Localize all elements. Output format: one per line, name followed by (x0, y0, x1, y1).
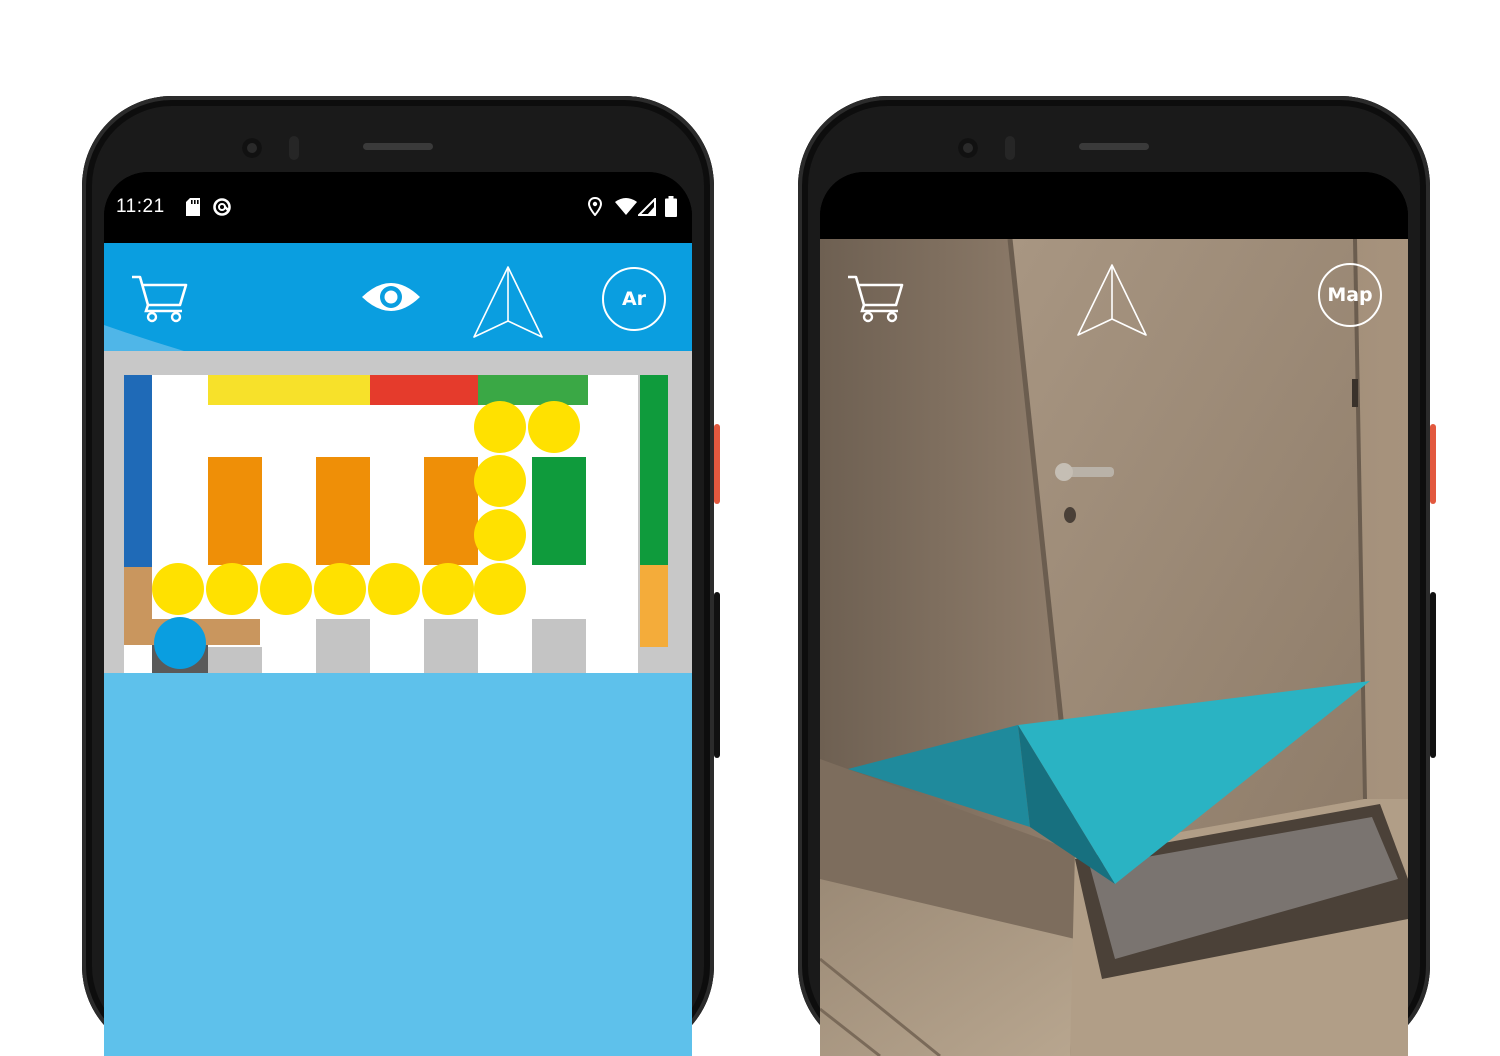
shelf-tan-left (124, 567, 152, 645)
status-bar: 11:21 (104, 172, 692, 243)
volume-button (1430, 592, 1436, 758)
cart-icon[interactable] (846, 273, 906, 323)
store-map[interactable] (104, 351, 692, 673)
route-dot (206, 563, 258, 615)
proximity-sensor (1005, 136, 1015, 160)
map-mode-button-label: Map (1327, 284, 1373, 306)
shelf-red (370, 375, 478, 405)
checkout-2 (316, 619, 370, 673)
battery-icon (665, 196, 677, 217)
ar-camera-view[interactable]: Map (820, 239, 1408, 1056)
sd-card-icon (186, 198, 200, 216)
earpiece-speaker (363, 143, 433, 150)
aisle-shelf-orange-1 (208, 457, 262, 565)
proximity-sensor (289, 136, 299, 160)
wifi-icon (615, 198, 637, 215)
aisle-shelf-orange-2 (316, 457, 370, 565)
route-dot (528, 401, 580, 453)
right-screen: Map (820, 172, 1408, 1056)
volume-button (714, 592, 720, 758)
route-dot (474, 563, 526, 615)
right-phone: Map (798, 96, 1436, 1056)
shelf-blue (124, 375, 152, 567)
checkout-4 (532, 619, 586, 673)
status-bar-area (820, 172, 1408, 239)
power-button (1430, 424, 1436, 504)
eye-icon[interactable] (360, 277, 422, 317)
signal-icon (638, 198, 656, 216)
aisle-shelf-orange-3 (424, 457, 478, 565)
status-time: 11:21 (116, 196, 165, 217)
aisle-shelf-green (532, 457, 586, 565)
app-bar: Ar (104, 243, 692, 351)
front-camera (958, 138, 978, 158)
route-dot (422, 563, 474, 615)
map-mode-button[interactable]: Map (1318, 263, 1382, 327)
ar-mode-button[interactable]: Ar (602, 267, 666, 331)
sync-icon (213, 198, 231, 216)
power-button (714, 424, 720, 504)
cart-icon[interactable] (130, 273, 190, 323)
checkout-1 (208, 647, 262, 673)
checkout-3 (424, 619, 478, 673)
lower-panel (104, 673, 692, 1056)
ar-mode-button-label: Ar (621, 288, 647, 310)
shelf-dark-green-right (640, 375, 668, 565)
route-dot (260, 563, 312, 615)
shelf-light-orange (640, 565, 668, 647)
door-hinge (1352, 379, 1358, 407)
route-dot (474, 509, 526, 561)
left-phone: 11:21 Ar (82, 96, 720, 1056)
route-dot (152, 563, 204, 615)
route-dot (474, 401, 526, 453)
user-position-marker (154, 617, 206, 669)
left-screen: 11:21 Ar (104, 172, 692, 1056)
route-dot (474, 455, 526, 507)
navigation-arrow-icon[interactable] (1076, 263, 1148, 339)
front-camera (242, 138, 262, 158)
route-dot (368, 563, 420, 615)
shelf-yellow (208, 375, 370, 405)
earpiece-speaker (1079, 143, 1149, 150)
location-icon (588, 197, 602, 216)
navigation-arrow-icon[interactable] (472, 265, 544, 341)
route-dot (314, 563, 366, 615)
ar-scene (820, 239, 1408, 1056)
